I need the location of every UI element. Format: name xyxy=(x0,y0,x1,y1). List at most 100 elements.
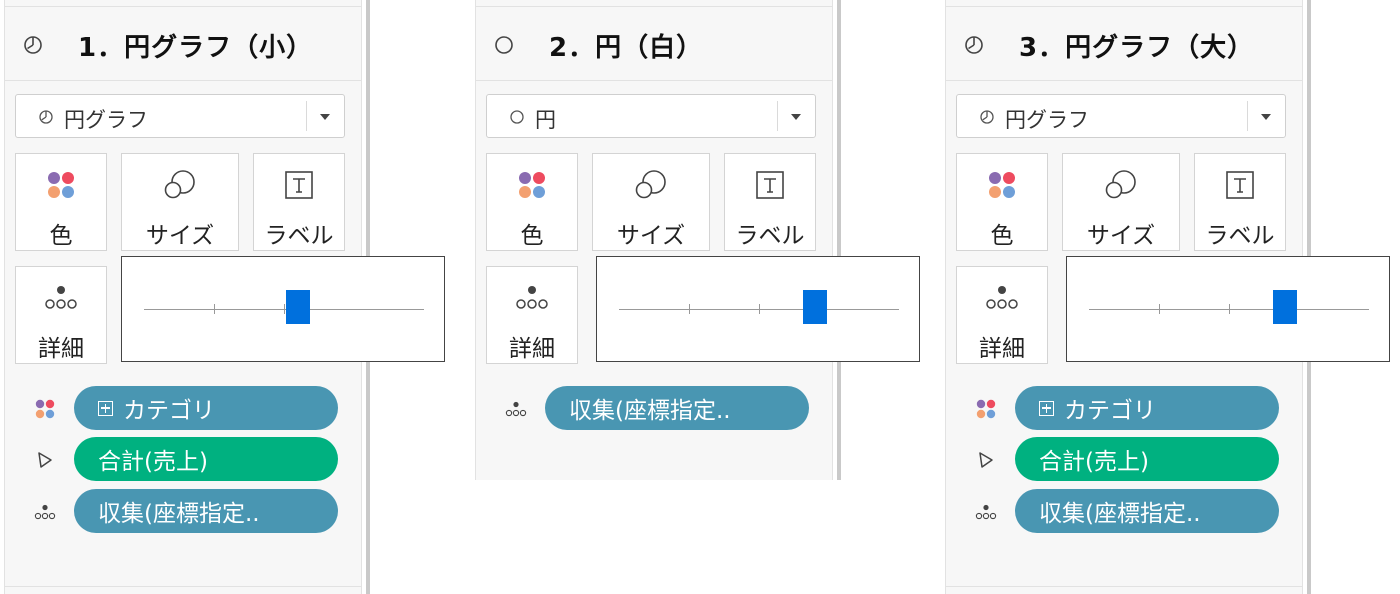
color-card-button[interactable]: 色 xyxy=(486,153,578,251)
panel-border-left xyxy=(945,0,946,594)
detail-dots-icon xyxy=(34,501,56,523)
detail-card-button[interactable]: 詳細 xyxy=(15,266,107,364)
pill-label: 収集(座標指定.. xyxy=(98,501,260,527)
pill-label: カテゴリ xyxy=(123,398,215,424)
color-card-button[interactable]: 色 xyxy=(956,153,1048,251)
marks-card-title[interactable]: 1．円グラフ（小） xyxy=(20,28,314,63)
chevron-down-icon[interactable] xyxy=(791,114,801,120)
pill-label: 収集(座標指定.. xyxy=(569,398,731,424)
mark-type-value: 円グラフ xyxy=(1005,108,1089,132)
label-card-label: ラベル xyxy=(264,223,334,249)
size-slider-thumb[interactable] xyxy=(1273,290,1297,324)
page-title: 3．円グラフ（大） xyxy=(1019,32,1255,63)
header-bottom-line xyxy=(4,80,362,81)
detail-dots-icon xyxy=(505,398,527,420)
header-top-line xyxy=(945,6,1303,7)
angle-icon xyxy=(975,449,997,471)
color-dots-icon xyxy=(16,168,106,202)
color-card-label: 色 xyxy=(49,223,73,249)
label-card-button[interactable]: ラベル xyxy=(724,153,816,251)
angle-icon xyxy=(34,449,56,471)
size-card-label: サイズ xyxy=(616,223,686,249)
field-pill-sum-sales[interactable]: 合計(売上) xyxy=(74,437,338,481)
slider-tick xyxy=(689,304,690,314)
mark-type-value: 円 xyxy=(535,108,556,132)
label-card-label: ラベル xyxy=(1205,223,1275,249)
label-card-button[interactable]: ラベル xyxy=(253,153,345,251)
marks-panel-3: 3．円グラフ（大） 円グラフ 色 サイズ ラベル 詳細 カテゴリ 合計(売上) … xyxy=(941,0,1390,594)
panel-border-right xyxy=(832,0,833,480)
detail-dots-icon xyxy=(487,281,577,315)
header-top-line xyxy=(475,6,833,7)
slider-tick xyxy=(284,304,285,314)
label-card-button[interactable]: ラベル xyxy=(1194,153,1286,251)
detail-card-button[interactable]: 詳細 xyxy=(486,266,578,364)
header-bottom-line xyxy=(475,80,833,81)
size-slider-popup xyxy=(1066,256,1390,362)
detail-card-label: 詳細 xyxy=(38,336,84,362)
pie-chart-icon xyxy=(20,32,46,58)
marks-card-title[interactable]: 3．円グラフ（大） xyxy=(961,28,1255,63)
color-dots-icon xyxy=(957,168,1047,202)
color-card-button[interactable]: 色 xyxy=(15,153,107,251)
panel-divider[interactable] xyxy=(837,0,841,480)
pie-chart-icon xyxy=(961,32,987,58)
slider-tick xyxy=(1229,304,1230,314)
label-card-label: ラベル xyxy=(735,223,805,249)
header-top-line xyxy=(4,6,362,7)
slider-tick xyxy=(214,304,215,314)
detail-dots-icon xyxy=(16,281,106,315)
detail-card-button[interactable]: 詳細 xyxy=(956,266,1048,364)
mark-type-value: 円グラフ xyxy=(64,108,148,132)
field-pill-collect[interactable]: 収集(座標指定.. xyxy=(74,489,338,533)
mark-type-dropdown[interactable]: 円グラフ xyxy=(956,94,1286,138)
chevron-down-icon[interactable] xyxy=(1261,114,1271,120)
size-slider-thumb[interactable] xyxy=(286,290,310,324)
size-slider-thumb[interactable] xyxy=(803,290,827,324)
mark-type-dropdown[interactable]: 円 xyxy=(486,94,816,138)
color-card-label: 色 xyxy=(520,223,544,249)
pill-label: カテゴリ xyxy=(1064,398,1156,424)
text-label-icon xyxy=(1195,168,1285,202)
marks-panel-1: 1．円グラフ（小） 円グラフ 色 サイズ ラベル 詳細 カテゴリ 合計(売上) … xyxy=(0,0,445,594)
field-pill-category[interactable]: カテゴリ xyxy=(74,386,338,430)
field-pill-sum-sales[interactable]: 合計(売上) xyxy=(1015,437,1279,481)
pie-chart-icon xyxy=(38,109,54,125)
field-pill-collect[interactable]: 収集(座標指定.. xyxy=(1015,489,1279,533)
mark-type-dropdown[interactable]: 円グラフ xyxy=(15,94,345,138)
dropdown-divider xyxy=(1247,101,1248,131)
size-card-button[interactable]: サイズ xyxy=(121,153,239,251)
dropdown-divider xyxy=(777,101,778,131)
dropdown-divider xyxy=(306,101,307,131)
marks-card-title[interactable]: 2．円（白） xyxy=(491,28,704,63)
pill-label: 合計(売上) xyxy=(1039,449,1149,475)
size-card-label: サイズ xyxy=(1086,223,1156,249)
panel-border-left xyxy=(4,0,5,594)
chevron-down-icon[interactable] xyxy=(320,114,330,120)
field-pill-category[interactable]: カテゴリ xyxy=(1015,386,1279,430)
plus-box-icon[interactable] xyxy=(1039,400,1054,416)
page-title: 1．円グラフ（小） xyxy=(78,32,314,63)
page-title: 2．円（白） xyxy=(549,32,704,63)
detail-dots-icon xyxy=(975,501,997,523)
size-slider-popup xyxy=(121,256,445,362)
detail-card-label: 詳細 xyxy=(979,336,1025,362)
slider-tick xyxy=(1159,304,1160,314)
circle-icon xyxy=(491,32,517,58)
text-label-icon xyxy=(254,168,344,202)
color-dots-icon xyxy=(34,398,56,420)
plus-box-icon[interactable] xyxy=(98,400,113,416)
size-card-button[interactable]: サイズ xyxy=(592,153,710,251)
field-pill-collect[interactable]: 収集(座標指定.. xyxy=(545,386,809,430)
panel-border-left xyxy=(475,0,476,480)
detail-card-label: 詳細 xyxy=(509,336,555,362)
color-dots-icon xyxy=(975,398,997,420)
marks-panel-2: 2．円（白） 円 色 サイズ ラベル 詳細 収集(座標指定.. xyxy=(471,0,920,480)
size-circles-icon xyxy=(593,168,709,202)
size-card-button[interactable]: サイズ xyxy=(1062,153,1180,251)
header-bottom-line xyxy=(945,80,1303,81)
panel-bottom-line xyxy=(945,586,1303,587)
pill-label: 合計(売上) xyxy=(98,449,208,475)
size-slider-popup xyxy=(596,256,920,362)
circle-icon xyxy=(509,109,525,125)
